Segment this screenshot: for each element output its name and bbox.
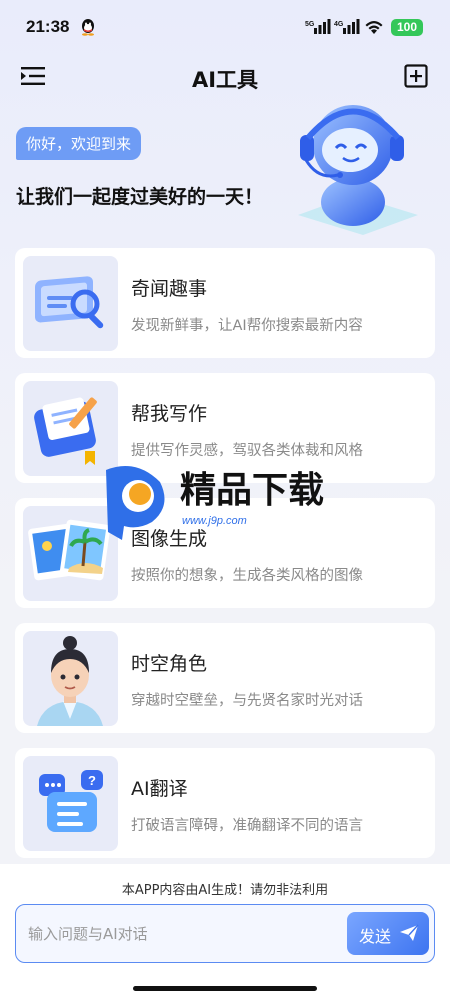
card-description: 按照你的想象，生成各类风格的图像 bbox=[131, 568, 363, 584]
card-title: AI翻译 bbox=[131, 778, 188, 800]
tool-card-news[interactable]: 奇闻趣事 发现新鲜事，让AI帮你搜索最新内容 bbox=[15, 248, 435, 358]
status-bar: 21:38 5G 4G 100 bbox=[0, 0, 450, 52]
tool-card-character[interactable]: 时空角色 穿越时空壁垒，与先贤名家时光对话 bbox=[15, 623, 435, 733]
card-description: 打破语言障碍，准确翻译不同的语言 bbox=[131, 818, 363, 834]
send-label: 发送 bbox=[359, 927, 392, 946]
svg-text:?: ? bbox=[88, 773, 96, 788]
tool-card-list: 奇闻趣事 发现新鲜事，让AI帮你搜索最新内容 帮我写作 提供写作灵感，驾驭各类体… bbox=[15, 248, 435, 873]
signal-4g-icon: 4G bbox=[334, 19, 360, 34]
card-description: 穿越时空壁垒，与先贤名家时光对话 bbox=[131, 693, 363, 709]
svg-text:www.j9p.com: www.j9p.com bbox=[182, 515, 247, 527]
disclaimer-notice: 本APP内容由AI生成！请勿非法利用 bbox=[121, 883, 329, 898]
watermark-logo: 精品下载 www.j9p.com bbox=[106, 466, 324, 540]
card-title: 帮我写作 bbox=[131, 403, 208, 425]
robot-mascot-icon bbox=[298, 105, 418, 235]
svg-text:4G: 4G bbox=[334, 21, 344, 28]
battery-indicator: 100 bbox=[391, 19, 423, 36]
hero-banner: 你好，欢迎到来 让我们一起度过美好的一天！ bbox=[0, 100, 450, 250]
paper-plane-icon bbox=[400, 924, 419, 941]
news-search-icon bbox=[23, 256, 118, 351]
card-title: 奇闻趣事 bbox=[131, 278, 208, 300]
status-time: 21:38 bbox=[26, 17, 70, 36]
chat-footer: 本APP内容由AI生成！请勿非法利用 发送 bbox=[0, 864, 450, 1001]
greeting-tagline: 让我们一起度过美好的一天！ bbox=[16, 186, 264, 208]
chat-input[interactable] bbox=[28, 919, 338, 949]
card-title: 时空角色 bbox=[131, 653, 208, 675]
svg-text:5G: 5G bbox=[305, 21, 315, 28]
historical-character-avatar bbox=[23, 631, 118, 726]
card-description: 发现新鲜事，让AI帮你搜索最新内容 bbox=[131, 318, 363, 334]
translate-chat-icon: ? bbox=[23, 756, 118, 851]
home-indicator bbox=[133, 986, 317, 991]
wifi-icon bbox=[365, 21, 383, 34]
add-icon[interactable] bbox=[404, 64, 428, 88]
card-description: 提供写作灵感，驾驭各类体裁和风格 bbox=[131, 443, 363, 459]
svg-text:精品下载: 精品下载 bbox=[180, 470, 324, 511]
chat-input-container: 发送 bbox=[15, 904, 435, 963]
tool-card-translate[interactable]: ? AI翻译 打破语言障碍，准确翻译不同的语言 bbox=[15, 748, 435, 858]
send-button[interactable]: 发送 bbox=[347, 912, 429, 955]
greeting-bubble: 你好，欢迎到来 bbox=[16, 127, 142, 160]
qq-icon bbox=[82, 19, 94, 36]
signal-5g-icon: 5G bbox=[305, 19, 331, 34]
